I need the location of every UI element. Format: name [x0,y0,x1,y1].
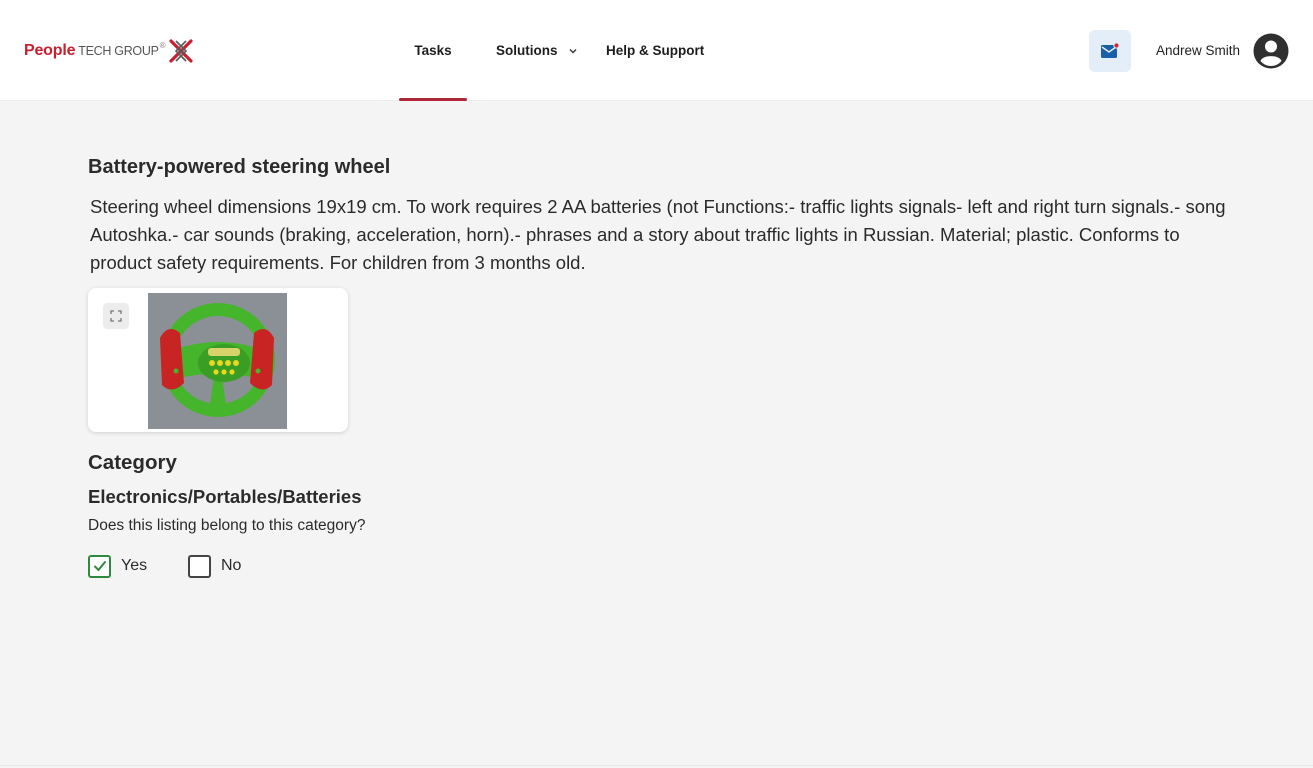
category-path: Electronics/Portables/Batteries [88,486,362,507]
notifications-button[interactable] [1089,30,1131,72]
logo-mark-icon [168,39,193,63]
option-no[interactable]: No [188,554,241,578]
nav-tab-help-support-label: Help & Support [606,43,705,58]
product-image[interactable] [148,293,287,429]
top-navigation-bar: People TECH GROUP ® Tasks Solutions Help… [0,0,1313,101]
no-label: No [221,557,242,574]
page-bottom-divider [0,765,1313,766]
mail-icon [1101,42,1120,58]
category-heading: Category [88,451,177,474]
chevron-down-icon [569,48,576,53]
people-tech-group-logo[interactable]: People TECH GROUP ® [24,36,194,66]
active-tab-indicator [399,98,467,101]
checkmark-icon [93,561,106,571]
expand-icon [110,310,122,322]
category-question: Does this listing belong to this categor… [88,517,366,534]
steering-wheel-image [148,293,287,429]
nav-tab-tasks[interactable]: Tasks [399,0,467,101]
nav-tab-solutions-label: Solutions [496,43,558,58]
no-checkbox[interactable] [188,554,211,578]
yes-checkbox[interactable] [88,554,111,578]
nav-tab-help-support[interactable]: Help & Support [606,0,704,101]
logo-tech-group-text: TECH GROUP [78,44,159,58]
nav-tab-tasks-label: Tasks [414,43,452,58]
expand-image-button[interactable] [103,303,129,329]
logo-people-text: People [24,42,76,59]
option-yes[interactable]: Yes [88,554,147,578]
product-image-card [88,288,348,432]
logo-registered-mark: ® [159,40,166,50]
user-name[interactable]: Andrew Smith [1156,43,1240,58]
listing-title: Battery-powered steering wheel [88,156,391,178]
yes-label: Yes [121,557,148,574]
nav-tab-solutions[interactable]: Solutions [496,0,578,101]
account-circle-icon[interactable] [1253,33,1289,69]
listing-description: Steering wheel dimensions 19x19 cm. To w… [90,196,1226,273]
